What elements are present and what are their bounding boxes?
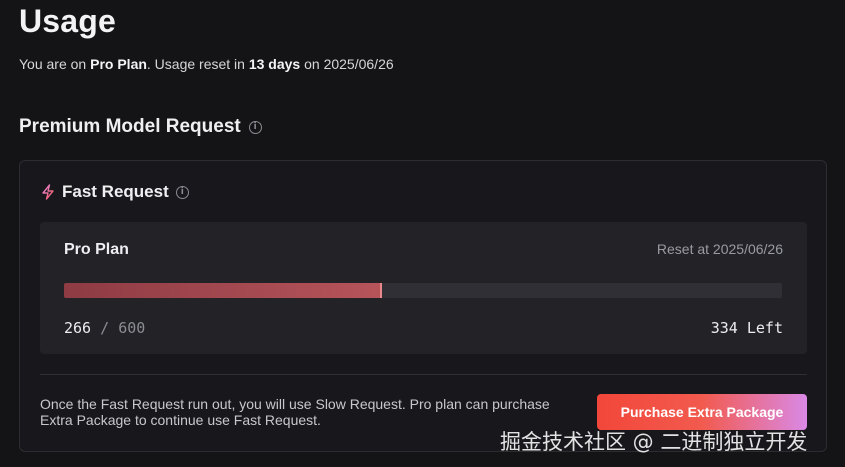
section-premium-model-request: Premium Model Request i xyxy=(19,116,262,138)
purchase-extra-package-button[interactable]: Purchase Extra Package xyxy=(597,394,807,430)
summary-prefix: You are on xyxy=(19,56,91,72)
usage-progress-bar xyxy=(64,283,782,298)
section-title: Premium Model Request xyxy=(19,116,241,137)
remaining-count: 334 Left xyxy=(710,319,783,337)
lightning-bolt-icon xyxy=(42,184,54,200)
plan-name: Pro Plan xyxy=(64,241,129,258)
summary-plan-name: Pro Plan xyxy=(90,56,147,72)
plan-summary: You are on Pro Plan. Usage reset in 13 d… xyxy=(19,56,394,72)
plan-usage-box: Pro Plan Reset at 2025/06/26 266 / 600 3… xyxy=(40,222,807,354)
page-title: Usage xyxy=(19,3,117,39)
usage-progress-fill xyxy=(64,283,383,298)
card-title: Fast Request xyxy=(62,182,169,201)
usage-count: 266 / 600 xyxy=(64,319,145,337)
info-icon[interactable]: i xyxy=(175,185,189,199)
summary-days: 13 days xyxy=(248,56,301,72)
info-icon[interactable]: i xyxy=(248,120,262,134)
fast-request-card: Fast Request i Pro Plan Reset at 2025/06… xyxy=(19,160,827,452)
count-separator: / xyxy=(100,319,110,337)
total-count: 600 xyxy=(118,319,146,337)
footnote-text: Once the Fast Request run out, you will … xyxy=(40,396,550,428)
reset-date: Reset at 2025/06/26 xyxy=(656,241,783,257)
divider xyxy=(40,374,807,375)
used-count: 266 xyxy=(64,319,92,337)
summary-suffix: on 2025/06/26 xyxy=(300,56,394,72)
card-header: Fast Request i xyxy=(41,182,189,202)
watermark: 掘金技术社区 @ 二进制独立开发 xyxy=(500,430,808,454)
summary-middle: . Usage reset in xyxy=(146,56,249,72)
